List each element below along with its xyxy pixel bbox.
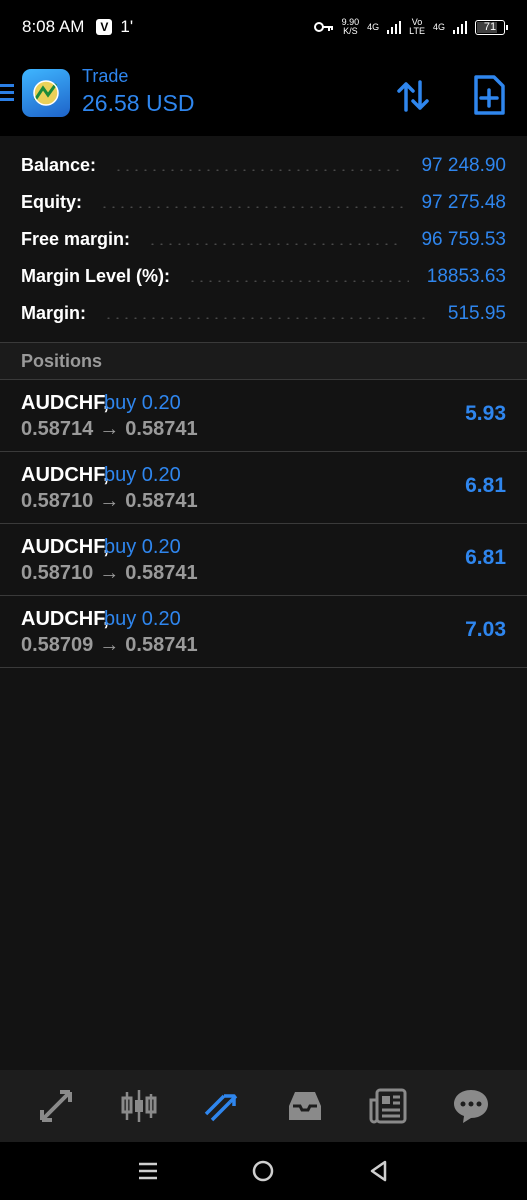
positions-header: Positions [0, 343, 527, 380]
position-side-volume: buy 0.20 [104, 608, 181, 630]
tab-chat[interactable] [449, 1084, 493, 1128]
news-icon [369, 1088, 407, 1124]
position-side-volume: buy 0.20 [104, 464, 181, 486]
status-bar: 8:08 AM V 1' 9.90 K/S 4G Vo LTE 4G 71 [0, 0, 527, 54]
notification-v-icon: V [96, 19, 113, 35]
open-price: 0.58710 [21, 562, 94, 584]
home-button[interactable] [243, 1151, 283, 1191]
margin-level-label: Margin Level (%): [21, 266, 171, 286]
position-side-volume: buy 0.20 [104, 536, 181, 558]
position-prices: 0.58714 → 0.58741 [21, 418, 198, 441]
sort-arrows-icon [397, 80, 429, 112]
free-margin-label: Free margin: [21, 229, 131, 249]
signal-bars-icon-2 [453, 20, 467, 34]
position-row[interactable]: AUDCHF, buy 0.20 0.58710 → 0.58741 6.81 [0, 524, 527, 596]
summary-balance-row: Balance: 97 248.90 [0, 147, 527, 184]
signal-4g-label-2: 4G [432, 21, 445, 32]
quotes-arrows-icon [40, 1090, 73, 1122]
position-prices: 0.58710 → 0.58741 [21, 490, 198, 513]
summary-margin-level-row: Margin Level (%): 18853.63 [0, 258, 527, 295]
position-profit: 6.81 [465, 546, 506, 569]
position-row[interactable]: AUDCHF, buy 0.20 0.58709 → 0.58741 7.03 [0, 596, 527, 668]
price-arrow: → [99, 418, 120, 440]
title-block: Trade 26.58 USD [82, 66, 195, 117]
app-bar: Trade 26.58 USD [0, 54, 527, 136]
tab-trade[interactable] [200, 1084, 244, 1128]
price-arrow: → [99, 562, 120, 584]
free-margin-value: 96 759.53 [421, 228, 506, 250]
metatrader-logo [22, 69, 70, 117]
position-prices: 0.58709 → 0.58741 [21, 634, 198, 657]
new-document-icon [474, 75, 505, 115]
bottom-tab-bar [0, 1070, 527, 1142]
status-time: 8:08 AM [22, 17, 85, 36]
open-price: 0.58709 [21, 634, 94, 656]
home-circle-icon [253, 1160, 274, 1182]
signal-bars-icon [387, 20, 402, 34]
tab-news[interactable] [366, 1084, 410, 1128]
positions-list: AUDCHF, buy 0.20 0.58714 → 0.58741 5.93 AU… [0, 380, 527, 668]
summary-margin-row: Margin: 515.95 [0, 295, 527, 332]
position-symbol: AUDCHF, [21, 464, 109, 486]
current-price: 0.58741 [125, 634, 198, 656]
chart-candles-icon [121, 1090, 157, 1122]
margin-value: 515.95 [447, 302, 506, 324]
dotted-leader [148, 242, 404, 245]
margin-label: Margin: [21, 303, 86, 323]
position-symbol: AUDCHF, [21, 392, 109, 414]
chat-icon [453, 1090, 488, 1123]
position-profit: 5.93 [465, 402, 506, 425]
sort-button[interactable] [393, 76, 433, 116]
page-title: Trade [82, 66, 129, 86]
summary-equity-row: Equity: 97 275.48 [0, 184, 527, 221]
position-prices: 0.58710 → 0.58741 [21, 562, 198, 585]
notification-extra: 1' [120, 17, 134, 36]
position-row[interactable]: AUDCHF, buy 0.20 0.58710 → 0.58741 6.81 [0, 452, 527, 524]
position-side-volume: buy 0.20 [104, 392, 181, 414]
recents-menu-icon [138, 1162, 157, 1180]
position-profit: 6.81 [465, 474, 506, 497]
equity-value: 97 275.48 [421, 191, 506, 213]
menu-icon[interactable] [0, 84, 14, 104]
profit-total: 26.58 USD [82, 90, 195, 116]
signal-4g-label: 4G [367, 21, 380, 32]
key-icon [313, 22, 333, 32]
dotted-leader [104, 316, 430, 319]
position-row[interactable]: AUDCHF, buy 0.20 0.58714 → 0.58741 5.93 [0, 380, 527, 452]
open-price: 0.58710 [21, 490, 94, 512]
tab-history[interactable] [283, 1084, 327, 1128]
back-button[interactable] [359, 1151, 399, 1191]
price-arrow: → [99, 490, 120, 512]
tab-chart[interactable] [117, 1084, 161, 1128]
summary-free-margin-row: Free margin: 96 759.53 [0, 221, 527, 258]
margin-level-value: 18853.63 [426, 265, 506, 287]
open-price: 0.58714 [21, 418, 94, 440]
dotted-leader [100, 205, 404, 208]
price-arrow: → [99, 634, 120, 656]
position-symbol: AUDCHF, [21, 536, 109, 558]
tab-quotes[interactable] [34, 1084, 78, 1128]
recent-apps-button[interactable] [128, 1151, 168, 1191]
system-nav-bar [0, 1142, 527, 1200]
trade-icon [204, 1094, 238, 1122]
position-symbol: AUDCHF, [21, 608, 109, 630]
position-profit: 7.03 [465, 618, 506, 641]
logo-mark-icon [33, 80, 59, 106]
battery-icon: 71 [475, 19, 508, 35]
dotted-leader [188, 279, 409, 282]
current-price: 0.58741 [125, 562, 198, 584]
back-triangle-icon [370, 1160, 387, 1182]
current-price: 0.58741 [125, 490, 198, 512]
dotted-leader [114, 168, 404, 171]
equity-label: Equity: [21, 192, 82, 212]
volte-label: Vo LTE [409, 17, 425, 36]
history-inbox-icon [288, 1092, 321, 1120]
current-price: 0.58741 [125, 418, 198, 440]
new-order-button[interactable] [470, 74, 508, 116]
net-speed: 9.90 K/S [341, 17, 360, 36]
balance-label: Balance: [21, 155, 97, 175]
account-summary: Balance: 97 248.90 Equity: 97 275.48 Fre… [0, 136, 527, 332]
balance-value: 97 248.90 [421, 154, 506, 176]
